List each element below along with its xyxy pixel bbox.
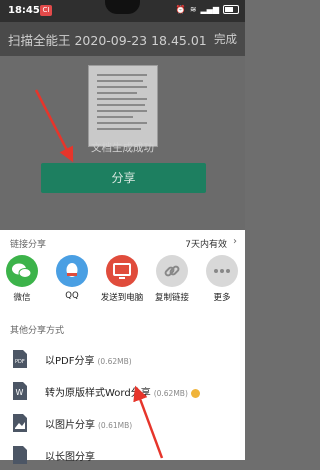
more-icon: [206, 255, 238, 287]
status-icons: ⏰ ≋ ▂▄▆: [176, 5, 239, 14]
word-icon: W: [12, 381, 28, 401]
share-apps: 微信 QQ 发送到电脑 复制链接 更多: [0, 255, 245, 311]
qq-icon: [56, 255, 88, 287]
share-option-word[interactable]: W 转为原版样式Word分享 (0.62MB): [0, 376, 245, 406]
share-app-label: 发送到电脑: [100, 293, 144, 303]
document-title: 扫描全能王 2020-09-23 18.45.01: [8, 33, 207, 48]
share-option-image[interactable]: 以图片分享 (0.61MB): [0, 408, 245, 438]
wechat-icon: [6, 255, 38, 287]
share-send-to-pc[interactable]: 发送到电脑: [100, 255, 144, 303]
link-validity[interactable]: 7天内有效: [185, 237, 227, 250]
notification-badge: CI: [40, 5, 52, 16]
share-option-pdf[interactable]: PDF 以PDF分享 (0.62MB): [0, 344, 245, 374]
status-time: 18:45: [8, 5, 40, 16]
option-label: 以图片分享: [45, 420, 95, 431]
share-app-label: 微信: [13, 293, 31, 303]
option-size: (0.61MB): [98, 421, 133, 430]
wifi-icon: ≋: [189, 5, 197, 14]
link-share-heading: 链接分享: [10, 240, 47, 250]
option-label: 转为原版样式Word分享: [45, 388, 151, 399]
share-app-label: 更多: [213, 293, 231, 303]
option-label: 以PDF分享: [45, 356, 95, 367]
top-bar: 扫描全能王 2020-09-23 18.45.01 完成: [0, 22, 245, 56]
signal-icon: ▂▄▆: [200, 5, 219, 14]
other-share-heading: 其他分享方式: [10, 326, 65, 336]
alarm-icon: ⏰: [175, 5, 186, 14]
status-bar: 18:45 CI ⏰ ≋ ▂▄▆: [0, 0, 245, 22]
computer-icon: [106, 255, 138, 287]
success-message: 文档生成成功: [91, 142, 154, 154]
chevron-right-icon[interactable]: ›: [233, 236, 237, 247]
vip-crown-icon: [190, 388, 200, 398]
long-image-icon: [12, 445, 28, 465]
battery-icon: [223, 5, 239, 14]
share-more[interactable]: 更多: [200, 255, 244, 303]
option-label: 以长图分享: [45, 452, 95, 463]
svg-text:W: W: [16, 388, 24, 397]
camera-notch: [105, 0, 140, 14]
share-sheet: 链接分享 7天内有效 › 微信 QQ 发送到电脑 复制链接 更多 其他分享方式 …: [0, 230, 245, 464]
done-button[interactable]: 完成: [214, 31, 237, 47]
option-size: (0.62MB): [97, 357, 132, 366]
share-app-label: 复制链接: [154, 293, 189, 303]
option-size: (0.62MB): [153, 389, 188, 398]
share-button[interactable]: 分享: [41, 163, 206, 193]
pdf-icon: PDF: [12, 349, 28, 369]
share-app-label: QQ: [65, 291, 79, 301]
share-wechat[interactable]: 微信: [0, 255, 44, 303]
image-icon: [12, 413, 28, 433]
document-thumbnail[interactable]: [88, 65, 158, 147]
share-qq[interactable]: QQ: [50, 255, 94, 301]
svg-text:PDF: PDF: [15, 359, 25, 365]
share-option-long-image[interactable]: 以长图分享: [0, 440, 245, 470]
link-icon: [156, 255, 188, 287]
share-copy-link[interactable]: 复制链接: [150, 255, 194, 303]
